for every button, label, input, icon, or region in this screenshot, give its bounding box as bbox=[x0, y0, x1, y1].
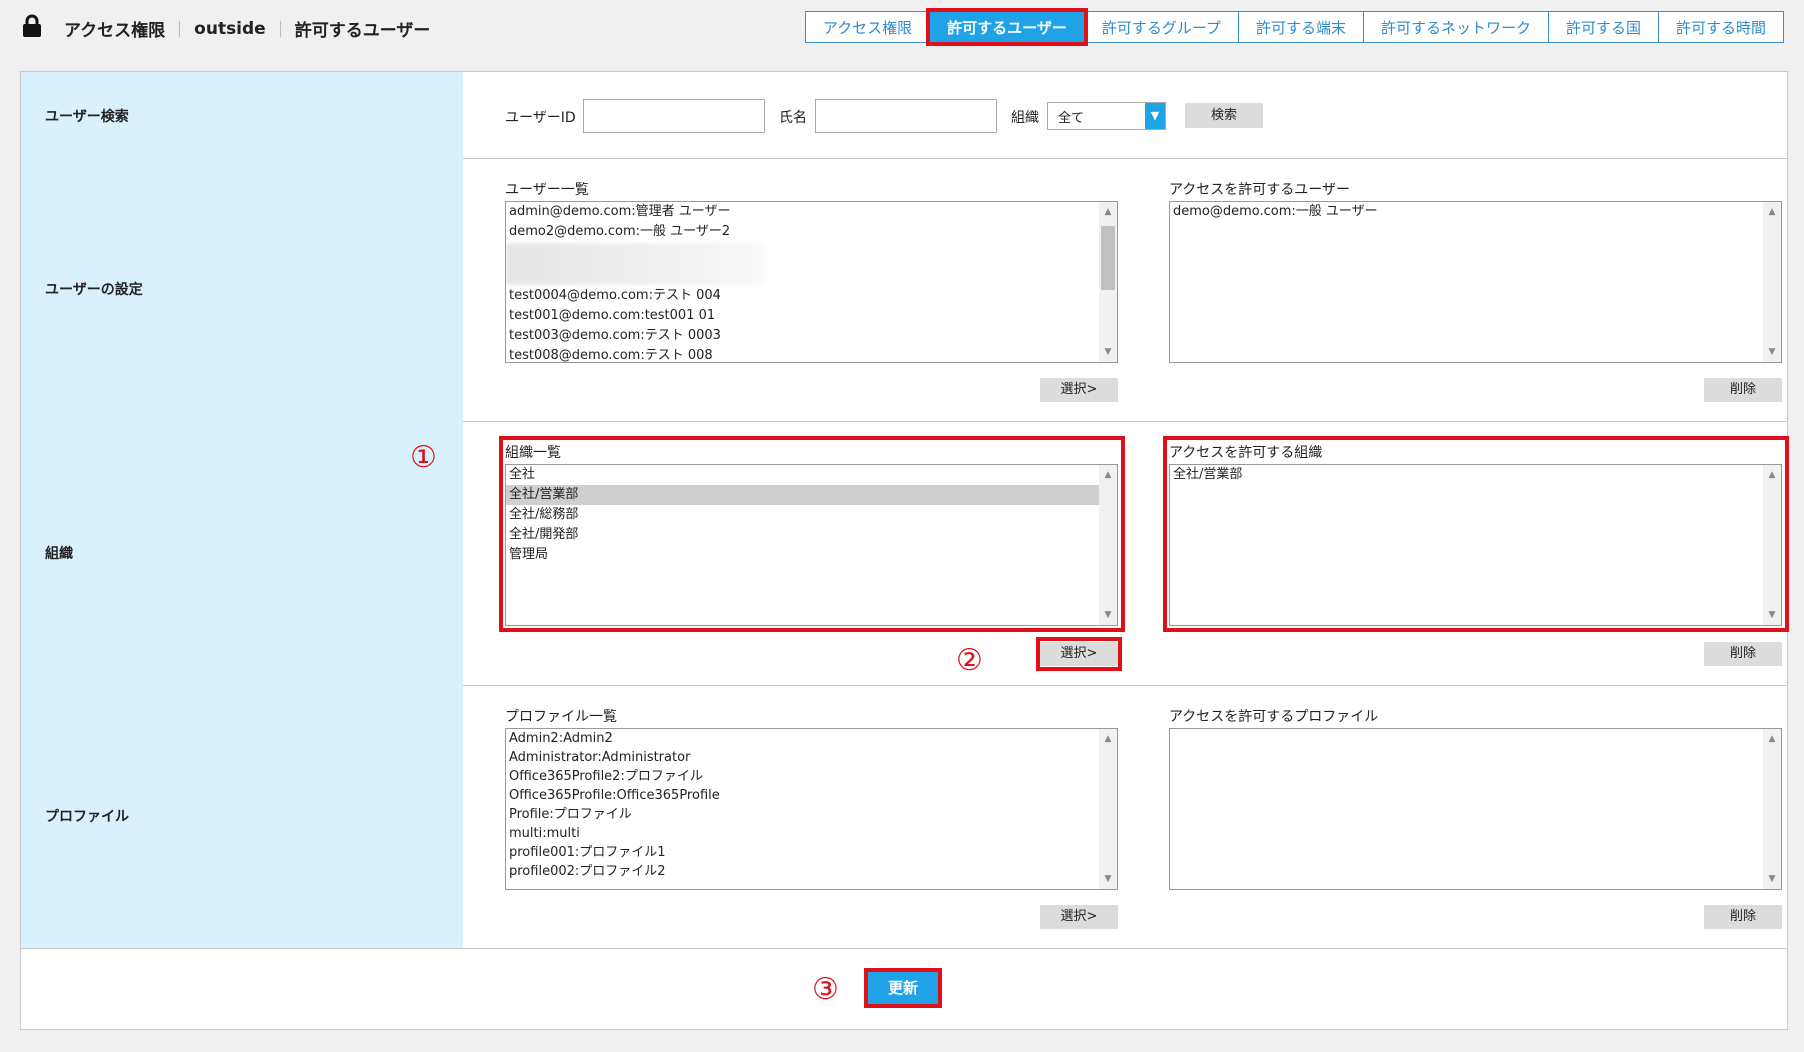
scroll-up-icon[interactable]: ▲ bbox=[1763, 731, 1781, 747]
organization-row: 組織 組織一覧 全社 全社/営業部 全社/総務部 全社/開発部 管理局 ▲ ▼ … bbox=[21, 421, 1789, 686]
breadcrumb-policy[interactable]: outside bbox=[194, 19, 266, 39]
user-delete-button[interactable]: 削除 bbox=[1704, 378, 1782, 402]
profile-label: プロファイル bbox=[45, 809, 129, 825]
list-item[interactable]: profile002:プロファイル2 bbox=[506, 862, 1117, 881]
highlight-box-allowed-orgs bbox=[1163, 436, 1789, 632]
row-label-cell: ユーザー検索 bbox=[21, 72, 463, 158]
scrollbar[interactable]: ▲ ▼ bbox=[1763, 729, 1781, 889]
search-button[interactable]: 検索 bbox=[1185, 103, 1263, 128]
list-item[interactable]: Admin2:Admin2 bbox=[506, 729, 1117, 748]
allowed-users-title: アクセスを許可するユーザー bbox=[1169, 182, 1351, 198]
name-input[interactable] bbox=[815, 99, 997, 133]
breadcrumb-current: 許可するユーザー bbox=[294, 21, 431, 41]
user-settings-label: ユーザーの設定 bbox=[45, 282, 143, 298]
settings-panel: ユーザー検索 ユーザーID 氏名 組織 全て ▼ 検索 ユーザーの設定 ユーザー… bbox=[20, 71, 1789, 1030]
list-item[interactable]: demo@demo.com:一般 ユーザー bbox=[1170, 202, 1781, 222]
scroll-down-icon[interactable]: ▼ bbox=[1099, 871, 1117, 887]
scroll-up-icon[interactable]: ▲ bbox=[1099, 731, 1117, 747]
chevron-down-icon[interactable]: ▼ bbox=[1145, 103, 1165, 129]
user-search-content: ユーザーID 氏名 組織 全て ▼ 検索 bbox=[463, 72, 1787, 158]
list-item[interactable]: test008@demo.com:テスト 008 bbox=[506, 346, 1117, 362]
user-id-input[interactable] bbox=[583, 99, 765, 133]
breadcrumb-access[interactable]: アクセス権限 bbox=[64, 16, 165, 41]
tab-access-rights[interactable]: アクセス権限 bbox=[804, 11, 931, 43]
row-label-cell: ユーザーの設定 bbox=[21, 158, 463, 421]
breadcrumb-divider bbox=[179, 20, 181, 37]
scrollbar-thumb[interactable] bbox=[1101, 226, 1115, 290]
organization-content: 組織一覧 全社 全社/営業部 全社/総務部 全社/開発部 管理局 ▲ ▼ 選択>… bbox=[463, 421, 1789, 685]
allowed-profiles-list[interactable]: ▲ ▼ bbox=[1169, 728, 1782, 890]
scroll-down-icon[interactable]: ▼ bbox=[1763, 344, 1781, 360]
scrollbar[interactable]: ▲ ▼ bbox=[1099, 729, 1117, 889]
org-delete-button[interactable]: 削除 bbox=[1704, 642, 1782, 666]
list-item[interactable]: profile001:プロファイル1 bbox=[506, 843, 1117, 862]
highlight-box-select-button bbox=[1036, 637, 1122, 671]
org-filter-value: 全て bbox=[1058, 111, 1085, 126]
list-item[interactable]: Administrator:Administrator bbox=[506, 748, 1117, 767]
tab-allowed-countries[interactable]: 許可する国 bbox=[1547, 11, 1659, 43]
update-button[interactable]: 更新 bbox=[864, 968, 942, 1008]
list-item[interactable]: admin@demo.com:管理者 ユーザー bbox=[506, 202, 1117, 222]
blurred-list-item[interactable] bbox=[506, 243, 765, 285]
annotation-number-1: ① bbox=[410, 440, 437, 475]
row-label-cell: 組織 bbox=[21, 421, 463, 685]
list-item[interactable]: Profile:プロファイル bbox=[506, 805, 1117, 824]
profile-delete-button[interactable]: 削除 bbox=[1704, 905, 1782, 929]
scroll-down-icon[interactable]: ▼ bbox=[1763, 871, 1781, 887]
org-filter-label: 組織 bbox=[1011, 110, 1039, 126]
tab-allowed-networks[interactable]: 許可するネットワーク bbox=[1362, 11, 1549, 43]
tab-allowed-times[interactable]: 許可する時間 bbox=[1657, 11, 1784, 43]
tab-allowed-devices[interactable]: 許可する端末 bbox=[1237, 11, 1364, 43]
user-select-button[interactable]: 選択> bbox=[1040, 378, 1118, 402]
annotation-number-3: ③ bbox=[812, 972, 839, 1007]
breadcrumb-divider bbox=[279, 20, 281, 37]
list-item[interactable]: Office365Profile2:プロファイル bbox=[506, 767, 1117, 786]
profile-content: プロファイル一覧 Admin2:Admin2 Administrator:Adm… bbox=[463, 685, 1787, 948]
page-header: アクセス権限 outside 許可するユーザー アクセス権限 許可するユーザー … bbox=[0, 0, 1804, 58]
user-settings-content: ユーザー一覧 admin@demo.com:管理者 ユーザー demo2@dem… bbox=[463, 158, 1787, 421]
scroll-down-icon[interactable]: ▼ bbox=[1099, 344, 1117, 360]
scroll-up-icon[interactable]: ▲ bbox=[1763, 204, 1781, 220]
organization-label: 組織 bbox=[45, 546, 73, 562]
scrollbar[interactable]: ▲ ▼ bbox=[1763, 202, 1781, 362]
org-filter-select[interactable]: 全て ▼ bbox=[1047, 102, 1166, 130]
tab-bar: アクセス権限 許可するユーザー 許可するグループ 許可する端末 許可するネットワ… bbox=[804, 8, 1784, 46]
list-item[interactable]: Office365Profile:Office365Profile bbox=[506, 786, 1117, 805]
allowed-users-list[interactable]: demo@demo.com:一般 ユーザー ▲ ▼ bbox=[1169, 201, 1782, 363]
highlight-box-org-list bbox=[499, 436, 1125, 632]
list-item[interactable]: multi:multi bbox=[506, 824, 1117, 843]
user-search-label: ユーザー検索 bbox=[45, 109, 129, 125]
profile-row: プロファイル プロファイル一覧 Admin2:Admin2 Administra… bbox=[21, 685, 1787, 949]
tab-allowed-groups[interactable]: 許可するグループ bbox=[1083, 11, 1239, 43]
name-label: 氏名 bbox=[779, 110, 807, 126]
allowed-profiles-title: アクセスを許可するプロファイル bbox=[1169, 709, 1379, 725]
profile-list[interactable]: Admin2:Admin2 Administrator:Administrato… bbox=[505, 728, 1118, 890]
profile-select-button[interactable]: 選択> bbox=[1040, 905, 1118, 929]
user-search-row: ユーザー検索 ユーザーID 氏名 組織 全て ▼ 検索 bbox=[21, 72, 1787, 159]
user-list-title: ユーザー一覧 bbox=[505, 182, 589, 198]
list-item[interactable]: test0004@demo.com:テスト 004 bbox=[506, 286, 1117, 306]
lock-icon bbox=[23, 14, 41, 37]
tab-allowed-users[interactable]: 許可するユーザー bbox=[926, 8, 1088, 46]
user-settings-row: ユーザーの設定 ユーザー一覧 admin@demo.com:管理者 ユーザー d… bbox=[21, 158, 1787, 422]
list-item[interactable]: test003@demo.com:テスト 0003 bbox=[506, 326, 1117, 346]
profile-list-title: プロファイル一覧 bbox=[505, 709, 617, 725]
list-item[interactable]: test001@demo.com:test001 01 bbox=[506, 306, 1117, 326]
annotation-number-2: ② bbox=[956, 643, 983, 678]
scrollbar[interactable]: ▲ ▼ bbox=[1099, 202, 1117, 362]
scroll-up-icon[interactable]: ▲ bbox=[1099, 204, 1117, 220]
list-item[interactable]: demo2@demo.com:一般 ユーザー2 bbox=[506, 222, 1117, 242]
row-label-cell: プロファイル bbox=[21, 685, 463, 948]
user-id-label: ユーザーID bbox=[505, 110, 576, 126]
user-list[interactable]: admin@demo.com:管理者 ユーザー demo2@demo.com:一… bbox=[505, 201, 1118, 363]
breadcrumb: アクセス権限 outside 許可するユーザー bbox=[64, 16, 431, 42]
